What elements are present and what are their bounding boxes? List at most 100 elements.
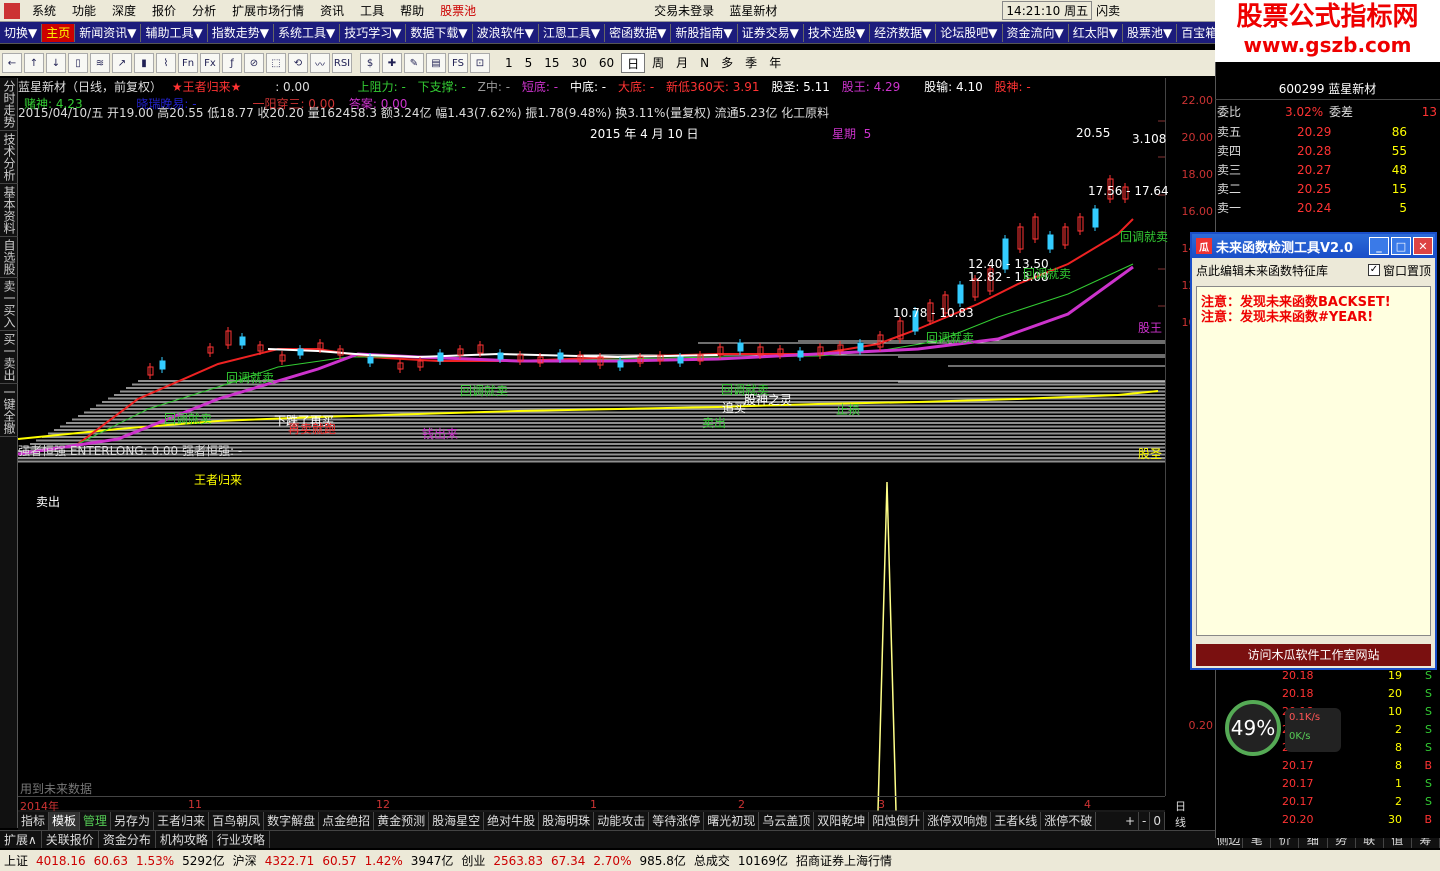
ask-row[interactable]: 卖三 20.27 48 [1217, 160, 1437, 179]
nav-button-6[interactable]: 技巧学习▼ [340, 23, 407, 42]
period-button-多[interactable]: 多 [716, 53, 738, 73]
toolbar-tool-icon[interactable]: ↗ [112, 53, 132, 73]
indicator-tab[interactable]: 指标 [18, 812, 50, 830]
toolbar-tool-icon[interactable]: ⟲ [288, 53, 308, 73]
nav-button-15[interactable]: 论坛股吧▼ [936, 23, 1003, 42]
side-tab[interactable]: 基本资料 [0, 184, 18, 237]
indicator-tab[interactable]: 涨停双响炮 [924, 812, 992, 830]
period-button-30[interactable]: 30 [567, 53, 592, 73]
indicator-tab-control[interactable]: 0 [1150, 812, 1165, 830]
period-button-5[interactable]: 5 [520, 53, 538, 73]
flash-sell-button[interactable]: 闪卖 [1096, 2, 1120, 19]
indicator-tab[interactable]: 双阳乾坤 [814, 812, 870, 830]
toolbar-tool-icon[interactable]: $ [360, 53, 380, 73]
menu-news[interactable]: 资讯 [312, 2, 352, 19]
app-icon[interactable] [4, 2, 20, 19]
toolbar-tool-icon[interactable]: ↓ [46, 53, 66, 73]
minimize-button[interactable]: _ [1369, 237, 1389, 255]
hs-index-label[interactable]: 沪深 [229, 852, 261, 869]
nav-button-18[interactable]: 股票池▼ [1123, 23, 1178, 42]
period-button-60[interactable]: 60 [594, 53, 619, 73]
extension-tab[interactable]: 机构攻略 [156, 831, 213, 848]
nav-button-10[interactable]: 密函数据▼ [605, 23, 672, 42]
nav-button-17[interactable]: 红太阳▼ [1069, 23, 1123, 42]
indicator-tab[interactable]: 股海星空 [429, 812, 485, 830]
toolbar-tool-icon[interactable]: ⌇ [156, 53, 176, 73]
indicator-tab[interactable]: 另存为 [111, 812, 155, 830]
nav-button-11[interactable]: 新股指南▼ [671, 23, 738, 42]
toolbar-tool-icon[interactable]: Fx [200, 53, 220, 73]
indicator-tab[interactable]: 绝对牛股 [484, 812, 540, 830]
indicator-tab[interactable]: 模板 [49, 812, 81, 830]
nav-button-16[interactable]: 资金流向▼ [1003, 23, 1069, 42]
indicator-tab[interactable]: 乌云盖顶 [759, 812, 815, 830]
toolbar-tool-icon[interactable]: ⬚ [266, 53, 286, 73]
side-tab[interactable]: 技术分析 [0, 131, 18, 184]
indicator-tab[interactable]: 点金绝招 [319, 812, 375, 830]
nav-button-14[interactable]: 经济数据▼ [870, 23, 937, 42]
toolbar-tool-icon[interactable]: ← [2, 53, 22, 73]
nav-button-3[interactable]: 辅助工具▼ [141, 23, 208, 42]
ask-row[interactable]: 卖一 20.24 5 [1217, 198, 1437, 217]
cy-index-label[interactable]: 创业 [457, 852, 489, 869]
side-tab[interactable]: 自选股 [0, 237, 18, 278]
close-button[interactable]: ✕ [1413, 237, 1433, 255]
nav-button-1[interactable]: 主页 [42, 23, 76, 42]
future-function-dialog[interactable]: 瓜 未来函数检测工具V2.0 _ □ ✕ 点此编辑未来函数特征库 ✓ 窗口置顶 注… [1190, 232, 1437, 670]
sh-index-label[interactable]: 上证 [0, 852, 32, 869]
indicator-tab[interactable]: 王者归来 [154, 812, 210, 830]
indicator-tab-control[interactable]: + [1122, 812, 1140, 830]
extension-tab[interactable]: 扩展∧ [0, 831, 42, 848]
period-button-季[interactable]: 季 [740, 53, 762, 73]
toolbar-tool-icon[interactable]: ▯ [68, 53, 88, 73]
ask-row[interactable]: 卖四 20.28 55 [1217, 141, 1437, 160]
period-button-1[interactable]: 1 [500, 53, 518, 73]
nav-button-13[interactable]: 技术选股▼ [804, 23, 871, 42]
indicator-tab[interactable]: 王者k线 [991, 812, 1042, 830]
maximize-button[interactable]: □ [1391, 237, 1411, 255]
indicator-tab[interactable]: 管理 [80, 812, 112, 830]
menu-analysis[interactable]: 分析 [184, 2, 224, 19]
ask-row[interactable]: 卖五 20.29 86 [1217, 122, 1437, 141]
dialog-titlebar[interactable]: 瓜 未来函数检测工具V2.0 _ □ ✕ [1192, 234, 1435, 258]
indicator-tab[interactable]: 百鸟朝凤 [209, 812, 265, 830]
toolbar-tool-icon[interactable]: ⊘ [244, 53, 264, 73]
indicator-tab[interactable]: 股海明珠 [539, 812, 595, 830]
toolbar-tool-icon[interactable]: FS [448, 53, 468, 73]
indicator-tab[interactable]: 数字解盘 [264, 812, 320, 830]
nav-button-9[interactable]: 江恩工具▼ [539, 23, 606, 42]
nav-button-12[interactable]: 证券交易▼ [738, 23, 804, 42]
nav-button-5[interactable]: 系统工具▼ [274, 23, 341, 42]
indicator-tab[interactable]: 等待涨停 [649, 812, 705, 830]
extension-tab[interactable]: 行业攻略 [213, 831, 270, 848]
menu-system[interactable]: 系统 [24, 2, 64, 19]
period-button-日[interactable]: 日 [621, 53, 646, 73]
toolbar-tool-icon[interactable]: ✎ [404, 53, 424, 73]
extension-tab[interactable]: 关联报价 [42, 831, 99, 848]
toolbar-tool-icon[interactable]: ✚ [382, 53, 402, 73]
toolbar-tool-icon[interactable]: ƒ [222, 53, 242, 73]
toolbar-tool-icon[interactable]: ▤ [426, 53, 446, 73]
nav-button-4[interactable]: 指数走势▼ [208, 23, 274, 42]
nav-button-7[interactable]: 数据下载▼ [406, 23, 473, 42]
side-tab[interactable]: 分时走势 [0, 78, 18, 131]
edit-feature-link[interactable]: 点此编辑未来函数特征库 [1196, 262, 1328, 279]
menu-stock-pool[interactable]: 股票池 [432, 2, 484, 19]
period-button-周[interactable]: 周 [647, 53, 669, 73]
side-tab[interactable]: 买一卖出 [0, 331, 18, 384]
period-button-年[interactable]: 年 [764, 53, 786, 73]
menu-quote[interactable]: 报价 [144, 2, 184, 19]
dialog-results[interactable]: 注意：发现未来函数BACKSET! 注意：发现未来函数#YEAR! [1196, 286, 1431, 636]
period-button-N[interactable]: N [695, 53, 714, 73]
menu-depth[interactable]: 深度 [104, 2, 144, 19]
period-button-15[interactable]: 15 [539, 53, 564, 73]
menu-function[interactable]: 功能 [64, 2, 104, 19]
nav-button-2[interactable]: 新闻资讯▼ [75, 23, 142, 42]
visit-website-button[interactable]: 访问木瓜软件工作室网站 [1196, 644, 1431, 666]
ask-row[interactable]: 卖二 20.25 15 [1217, 179, 1437, 198]
toolbar-tool-icon[interactable]: Fn [178, 53, 198, 73]
extension-tab[interactable]: 资金分布 [99, 831, 156, 848]
indicator-tab[interactable]: 黄金预测 [374, 812, 430, 830]
nav-button-0[interactable]: 切换▼ [0, 23, 43, 42]
toolbar-tool-icon[interactable]: ⊡ [470, 53, 490, 73]
